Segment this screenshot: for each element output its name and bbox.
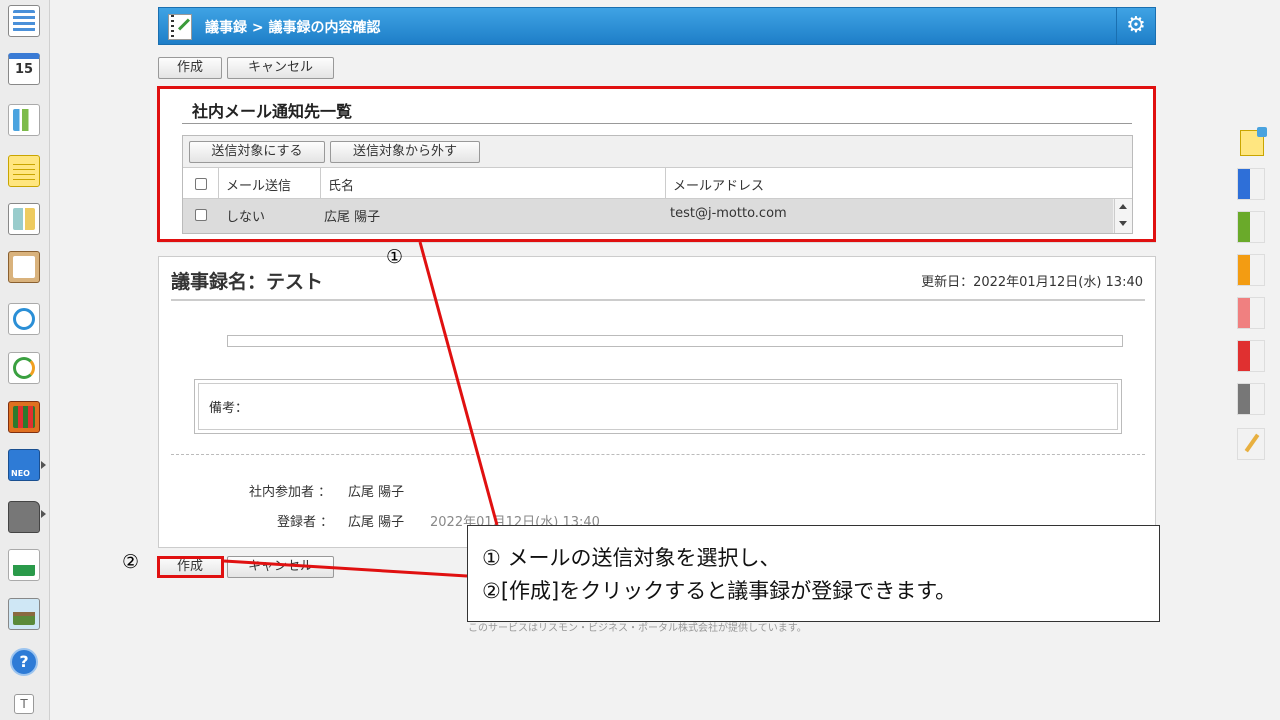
tag-blue[interactable] xyxy=(1237,168,1265,200)
map-icon[interactable] xyxy=(8,598,40,630)
create-button[interactable]: 作成 xyxy=(158,57,222,79)
text-icon[interactable]: T xyxy=(14,694,34,714)
minutes-detail-panel: 議事録名：テスト 更新日：2022年01月12日(水) 13:40 備考： 社内… xyxy=(158,256,1156,548)
sticky-note-icon[interactable] xyxy=(1240,127,1267,156)
detail-divider xyxy=(171,299,1145,301)
gear-icon[interactable]: ⚙ xyxy=(1116,8,1155,44)
bottom-cancel-button[interactable]: キャンセル xyxy=(227,556,334,578)
help-icon[interactable]: ? xyxy=(10,648,38,676)
calendar-day: 15 xyxy=(14,62,34,77)
highlight-mail-panel xyxy=(157,86,1156,242)
folder-expand-icon[interactable] xyxy=(41,510,46,518)
portal-icon[interactable] xyxy=(8,5,40,37)
remarks-box: 備考： xyxy=(194,379,1122,434)
neo-icon[interactable]: NEO xyxy=(8,449,40,481)
tag-gray[interactable] xyxy=(1237,383,1265,415)
header-bar: 議事録 > 議事録の内容確認 ⚙ xyxy=(158,7,1156,45)
registrant-value: 広尾 陽子 xyxy=(348,515,405,530)
instruction-line-2: ②[作成]をクリックすると議事録が登録できます。 xyxy=(482,579,957,603)
clipboard-icon[interactable] xyxy=(8,251,40,283)
sync-icon[interactable] xyxy=(8,352,40,384)
neo-expand-icon[interactable] xyxy=(41,461,46,469)
app-sidebar: 15 NEO ? T xyxy=(0,0,50,720)
registrant-label: 登録者 ： xyxy=(277,515,334,530)
updated-date: 更新日：2022年01月12日(水) 13:40 xyxy=(921,275,1143,290)
binder-icon[interactable] xyxy=(8,401,40,433)
tag-green[interactable] xyxy=(1237,211,1265,243)
participants-value: 広尾 陽子 xyxy=(348,485,405,500)
dashed-divider xyxy=(171,454,1145,455)
notebook-pen-icon xyxy=(168,14,192,40)
instruction-line-1: ① メールの送信対象を選択し、 xyxy=(482,546,781,570)
cancel-button[interactable]: キャンセル xyxy=(227,57,334,79)
app-link-icon[interactable] xyxy=(8,549,40,581)
breadcrumb: 議事録 > 議事録の内容確認 xyxy=(205,20,381,36)
pencil-icon[interactable] xyxy=(1237,428,1265,460)
memo-icon[interactable] xyxy=(8,155,40,187)
instruction-callout: ① メールの送信対象を選択し、 ②[作成]をクリックすると議事録が登録できます。 xyxy=(467,525,1160,622)
highlight-create-button xyxy=(157,556,224,578)
board-icon[interactable] xyxy=(8,203,40,235)
participants-label: 社内参加者 ： xyxy=(249,485,332,500)
content-field xyxy=(227,335,1123,347)
workflow-icon[interactable] xyxy=(8,104,40,136)
calendar-icon[interactable]: 15 xyxy=(8,53,40,85)
tag-orange[interactable] xyxy=(1237,254,1265,286)
search-check-icon[interactable] xyxy=(8,303,40,335)
callout-marker-1: ① xyxy=(386,246,404,268)
minutes-name: 議事録名：テスト xyxy=(171,271,324,293)
remarks-label: 備考： xyxy=(209,401,249,416)
callout-marker-2: ② xyxy=(122,551,140,573)
tag-pink[interactable] xyxy=(1237,297,1265,329)
tag-red[interactable] xyxy=(1237,340,1265,372)
folder-icon[interactable] xyxy=(8,501,40,533)
